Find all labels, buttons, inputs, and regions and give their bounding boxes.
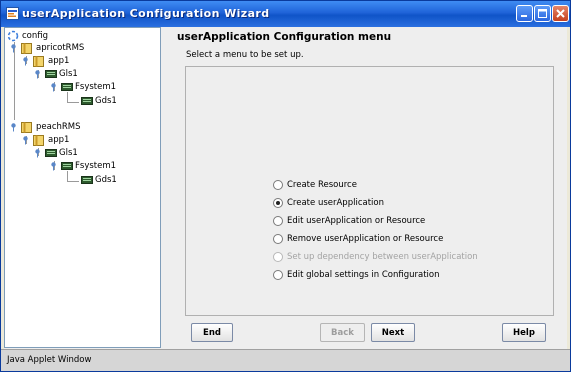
radio-button-selected[interactable]	[273, 198, 283, 208]
tree-node-label: Gds1	[95, 175, 117, 185]
tree-connector	[67, 92, 68, 102]
radio-button-disabled	[273, 252, 283, 262]
minimize-button[interactable]	[516, 5, 533, 22]
tree-node-label: peachRMS	[36, 122, 81, 132]
wizard-content: config apricotRMS app1 Gls1 Fsystem1 Gds…	[4, 27, 567, 349]
tree-node-label: Fsystem1	[75, 82, 117, 92]
radio-button[interactable]	[273, 216, 283, 226]
expand-handle-icon	[35, 70, 40, 79]
expand-handle-icon	[51, 83, 56, 92]
resource-icon	[81, 176, 93, 184]
folder-icon	[33, 56, 44, 67]
menu-title: userApplication Configuration menu	[177, 31, 392, 43]
end-button[interactable]: End	[191, 323, 233, 342]
tree-connector	[67, 102, 79, 103]
resource-icon	[45, 149, 57, 157]
tree-connector	[67, 171, 68, 181]
config-tree-panel[interactable]: config apricotRMS app1 Gls1 Fsystem1 Gds…	[4, 27, 161, 348]
wizard-window: userApplication Configuration Wizard con…	[0, 0, 571, 372]
status-text: Java Applet Window	[7, 355, 92, 365]
back-button: Back	[320, 323, 365, 342]
expand-handle-icon	[51, 162, 56, 171]
tree-node-label: app1	[48, 56, 70, 66]
expand-handle-icon	[23, 136, 28, 145]
tree-node-label: Gls1	[59, 69, 78, 79]
tree-node-label: Gls1	[59, 148, 78, 158]
close-button[interactable]	[552, 5, 569, 22]
config-root-icon	[7, 30, 19, 42]
radio-button[interactable]	[273, 234, 283, 244]
tree-node-label: apricotRMS	[36, 43, 85, 53]
status-bar: Java Applet Window	[1, 349, 570, 371]
close-icon	[556, 9, 565, 18]
resource-icon	[45, 70, 57, 78]
maximize-button[interactable]	[534, 5, 551, 22]
option-label: Edit global settings in Configuration	[287, 270, 440, 280]
maximize-icon	[538, 9, 547, 18]
next-button[interactable]: Next	[371, 323, 415, 342]
option-label: Set up dependency between userApplicatio…	[287, 252, 478, 262]
expand-handle-icon	[35, 149, 40, 158]
option-label: Create Resource	[287, 180, 357, 190]
radio-dot-icon	[276, 201, 280, 205]
option-label: Create userApplication	[287, 198, 384, 208]
menu-panel: userApplication Configuration menu Selec…	[164, 27, 567, 349]
radio-button[interactable]	[273, 180, 283, 190]
help-button[interactable]: Help	[502, 323, 546, 342]
menu-subtitle: Select a menu to be set up.	[186, 50, 304, 60]
resource-icon	[81, 97, 93, 105]
java-app-icon	[6, 7, 19, 20]
tree-node-label: app1	[48, 135, 70, 145]
resource-icon	[61, 83, 73, 91]
folder-icon	[21, 122, 32, 133]
expand-handle-icon	[23, 57, 28, 66]
folder-icon	[21, 43, 32, 54]
option-label: Edit userApplication or Resource	[287, 216, 426, 226]
option-label: Remove userApplication or Resource	[287, 234, 444, 244]
resource-icon	[61, 162, 73, 170]
folder-icon	[33, 135, 44, 146]
tree-node-label: Gds1	[95, 96, 117, 106]
tree-connector	[14, 42, 15, 120]
menu-options-box: Create Resource Create userApplication E…	[185, 66, 554, 316]
tree-node-label: Fsystem1	[75, 161, 117, 171]
minimize-icon	[521, 15, 527, 17]
title-bar[interactable]: userApplication Configuration Wizard	[1, 1, 570, 27]
tree-connector	[67, 181, 79, 182]
expand-handle-icon	[11, 123, 16, 132]
radio-button[interactable]	[273, 270, 283, 280]
window-title: userApplication Configuration Wizard	[22, 7, 270, 20]
expand-handle-icon	[11, 44, 16, 53]
